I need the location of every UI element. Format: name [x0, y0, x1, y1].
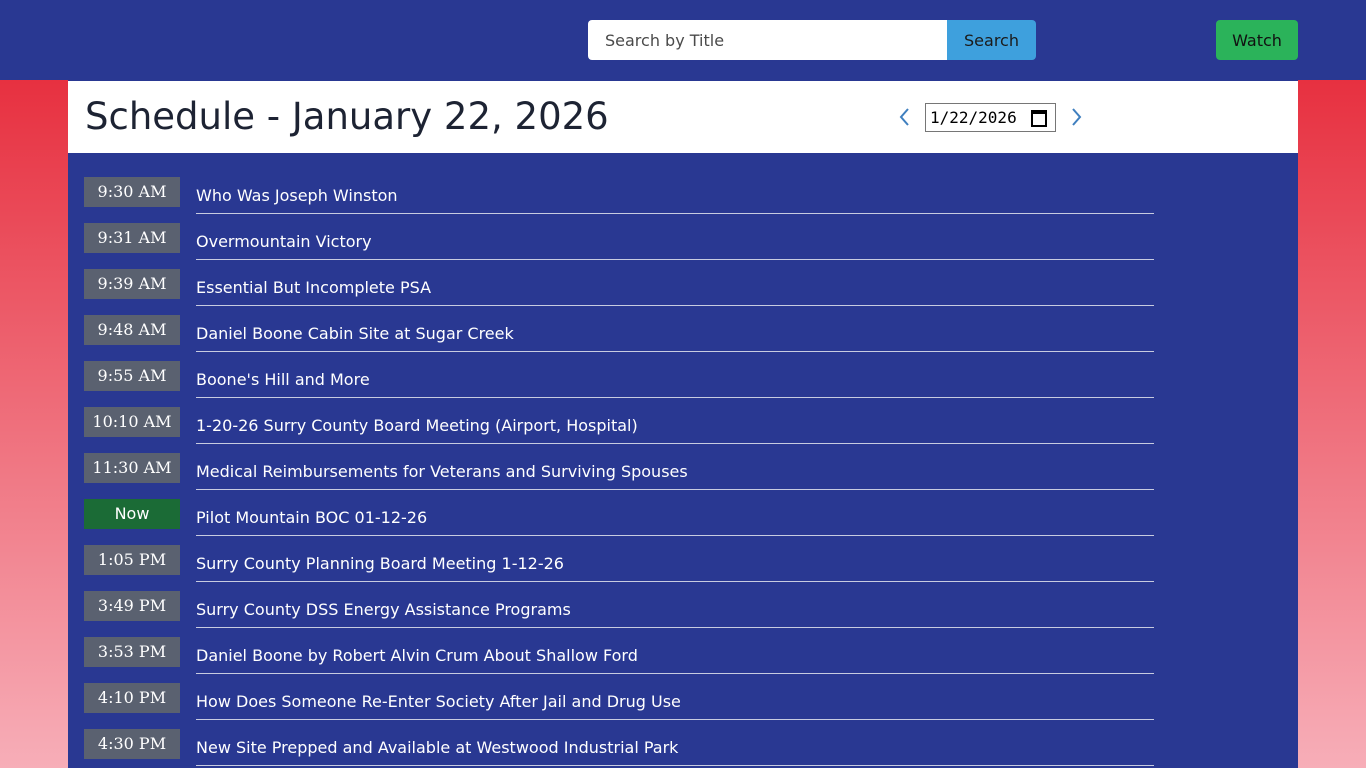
schedule-row[interactable]: 9:30 AM Who Was Joseph Winston: [68, 177, 1298, 223]
date-picker[interactable]: 1/22/2026: [925, 103, 1056, 132]
schedule-row[interactable]: 9:55 AM Boone's Hill and More: [68, 361, 1298, 407]
time-badge: 9:55 AM: [84, 361, 180, 391]
schedule-row[interactable]: 9:48 AM Daniel Boone Cabin Site at Sugar …: [68, 315, 1298, 361]
search-input[interactable]: [588, 20, 947, 60]
page-title: Schedule - January 22, 2026: [85, 95, 609, 138]
schedule-row[interactable]: Now Pilot Mountain BOC 01-12-26: [68, 499, 1298, 545]
schedule-row[interactable]: 3:53 PM Daniel Boone by Robert Alvin Crum…: [68, 637, 1298, 683]
program-title[interactable]: Daniel Boone Cabin Site at Sugar Creek: [196, 315, 1154, 352]
schedule-row[interactable]: 4:10 PM How Does Someone Re-Enter Society…: [68, 683, 1298, 729]
chevron-right-icon[interactable]: [1067, 105, 1085, 129]
program-title[interactable]: Essential But Incomplete PSA: [196, 269, 1154, 306]
program-title[interactable]: Who Was Joseph Winston: [196, 177, 1154, 214]
time-badge: 10:10 AM: [84, 407, 180, 437]
program-title[interactable]: Pilot Mountain BOC 01-12-26: [196, 499, 1154, 536]
program-title[interactable]: Surry County Planning Board Meeting 1-12…: [196, 545, 1154, 582]
time-badge: 9:48 AM: [84, 315, 180, 345]
watch-button[interactable]: Watch: [1216, 20, 1298, 60]
schedule-row[interactable]: 3:49 PM Surry County DSS Energy Assistanc…: [68, 591, 1298, 637]
now-badge: Now: [84, 499, 180, 529]
program-title[interactable]: Boone's Hill and More: [196, 361, 1154, 398]
time-badge: 4:10 PM: [84, 683, 180, 713]
schedule-container: Schedule - January 22, 2026 1/22/2026 9:…: [68, 80, 1298, 768]
calendar-icon[interactable]: [1031, 109, 1047, 127]
schedule-row[interactable]: 1:05 PM Surry County Planning Board Meeti…: [68, 545, 1298, 591]
schedule-row[interactable]: 10:10 AM 1-20-26 Surry County Board Meeti…: [68, 407, 1298, 453]
program-title[interactable]: Daniel Boone by Robert Alvin Crum About …: [196, 637, 1154, 674]
time-badge: 9:31 AM: [84, 223, 180, 253]
search-button[interactable]: Search: [947, 20, 1036, 60]
schedule-row[interactable]: 4:30 PM New Site Prepped and Available at…: [68, 729, 1298, 768]
time-badge: 1:05 PM: [84, 545, 180, 575]
time-badge: 3:53 PM: [84, 637, 180, 667]
schedule-row[interactable]: 9:31 AM Overmountain Victory: [68, 223, 1298, 269]
time-badge: 3:49 PM: [84, 591, 180, 621]
time-badge: 4:30 PM: [84, 729, 180, 759]
program-title[interactable]: Surry County DSS Energy Assistance Progr…: [196, 591, 1154, 628]
program-title[interactable]: How Does Someone Re-Enter Society After …: [196, 683, 1154, 720]
program-title[interactable]: New Site Prepped and Available at Westwo…: [196, 729, 1154, 766]
time-badge: 11:30 AM: [84, 453, 180, 483]
program-title[interactable]: 1-20-26 Surry County Board Meeting (Airp…: [196, 407, 1154, 444]
time-badge: 9:30 AM: [84, 177, 180, 207]
schedule-row[interactable]: 9:39 AM Essential But Incomplete PSA: [68, 269, 1298, 315]
top-navigation-bar: Search Watch: [0, 0, 1366, 80]
time-badge: 9:39 AM: [84, 269, 180, 299]
schedule-row[interactable]: 11:30 AM Medical Reimbursements for Veter…: [68, 453, 1298, 499]
chevron-left-icon[interactable]: [896, 105, 914, 129]
schedule-header: Schedule - January 22, 2026 1/22/2026: [68, 81, 1298, 153]
date-value: 1/22/2026: [930, 108, 1017, 127]
program-title[interactable]: Medical Reimbursements for Veterans and …: [196, 453, 1154, 490]
program-title[interactable]: Overmountain Victory: [196, 223, 1154, 260]
